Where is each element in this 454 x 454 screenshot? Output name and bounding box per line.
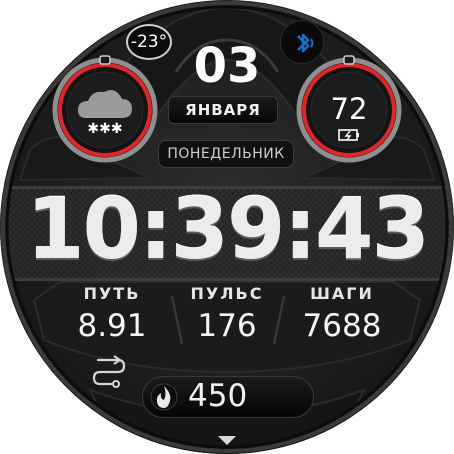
chevron-down-icon[interactable] <box>0 0 454 454</box>
watch-face: -23° ✱✱✱ 03 ЯНВАРЯ ПОНЕДЕЛЬНИК 72 10:39:… <box>0 0 454 454</box>
